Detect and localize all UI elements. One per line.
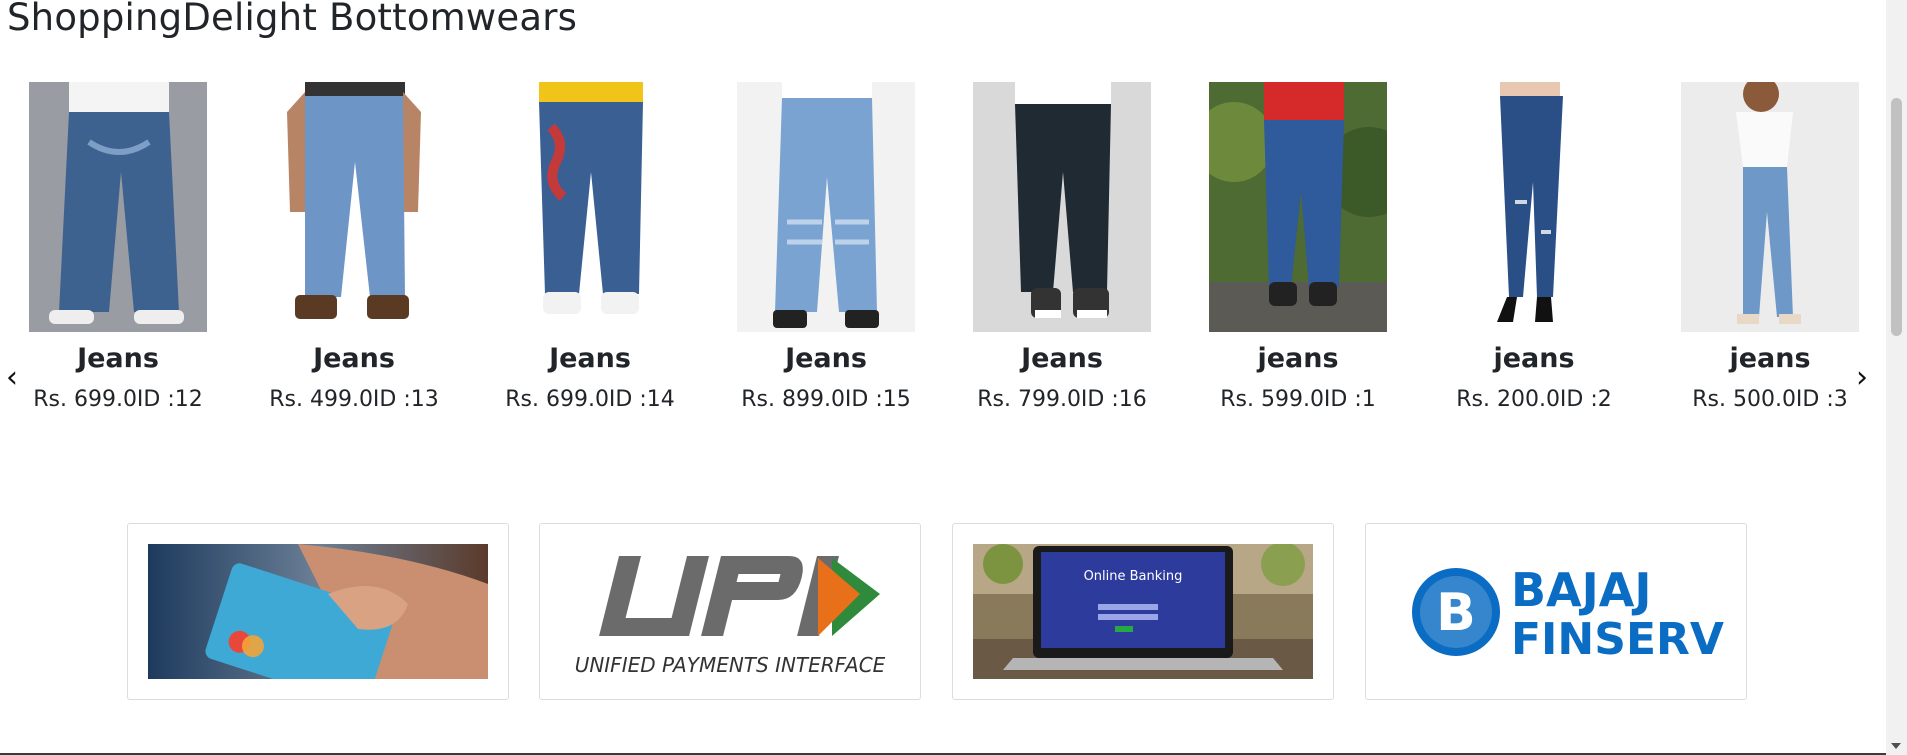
- credit-card-image: [148, 544, 488, 679]
- carousel-prev-button[interactable]: ‹: [0, 360, 24, 396]
- product-price: Rs. 599.0ID :1: [1220, 387, 1376, 412]
- scrollbar-thumb[interactable]: [1891, 98, 1902, 336]
- bajaj-line2: FINSERV: [1511, 614, 1724, 665]
- bajaj-line1: BAJAJ: [1511, 563, 1652, 617]
- page: ShoppingDelight Bottomwears Jeans Rs. 69…: [0, 0, 1907, 755]
- product-image[interactable]: [501, 82, 679, 332]
- product-image[interactable]: [1209, 82, 1387, 332]
- product-name[interactable]: jeans: [1180, 340, 1416, 378]
- carousel-next-button[interactable]: ›: [1850, 360, 1874, 396]
- svg-text:B: B: [1436, 583, 1476, 643]
- product-carousel: Jeans Rs. 699.0ID :12 Jeans Rs. 499.0ID …: [0, 82, 1880, 462]
- product-name[interactable]: Jeans: [944, 340, 1180, 378]
- payment-card-upi[interactable]: UNIFIED PAYMENTS INTERFACE: [539, 523, 921, 700]
- product-price: Rs. 200.0ID :2: [1456, 387, 1612, 412]
- product-card[interactable]: Jeans Rs. 699.0ID :14: [472, 82, 708, 416]
- payment-card-netbanking[interactable]: Online Banking: [952, 523, 1334, 700]
- bajaj-finserv-logo: B BAJAJ FINSERV: [1386, 544, 1726, 679]
- upi-logo: UNIFIED PAYMENTS INTERFACE: [560, 544, 900, 679]
- netbanking-image: Online Banking: [973, 544, 1313, 679]
- product-price: Rs. 899.0ID :15: [741, 387, 911, 412]
- product-image[interactable]: [1681, 82, 1859, 332]
- product-card[interactable]: Jeans Rs. 699.0ID :12: [0, 82, 236, 416]
- netbanking-screen-title: Online Banking: [1084, 569, 1183, 584]
- product-card[interactable]: jeans Rs. 599.0ID :1: [1180, 82, 1416, 416]
- product-name[interactable]: Jeans: [708, 340, 944, 378]
- product-card[interactable]: Jeans Rs. 899.0ID :15: [708, 82, 944, 416]
- upi-caption: UNIFIED PAYMENTS INTERFACE: [575, 653, 886, 677]
- product-card[interactable]: Jeans Rs. 799.0ID :16: [944, 82, 1180, 416]
- product-card[interactable]: jeans Rs. 200.0ID :2: [1416, 82, 1652, 416]
- section-title: ShoppingDelight Bottomwears: [7, 0, 578, 39]
- page-scrollbar[interactable]: [1886, 0, 1907, 755]
- product-price: Rs. 699.0ID :14: [505, 387, 675, 412]
- product-image[interactable]: [1445, 82, 1623, 332]
- payment-card-credit-card[interactable]: [127, 523, 509, 700]
- product-name[interactable]: Jeans: [0, 340, 236, 378]
- product-image[interactable]: [265, 82, 443, 332]
- product-card[interactable]: Jeans Rs. 499.0ID :13: [236, 82, 472, 416]
- product-price: Rs. 499.0ID :13: [269, 387, 439, 412]
- product-name[interactable]: Jeans: [236, 340, 472, 378]
- product-name[interactable]: Jeans: [472, 340, 708, 378]
- product-image[interactable]: [737, 82, 915, 332]
- product-image[interactable]: [973, 82, 1151, 332]
- product-price: Rs. 799.0ID :16: [977, 387, 1147, 412]
- product-image[interactable]: [29, 82, 207, 332]
- payment-card-bajaj-finserv[interactable]: B BAJAJ FINSERV: [1365, 523, 1747, 700]
- product-name[interactable]: jeans: [1416, 340, 1652, 378]
- product-price: Rs. 699.0ID :12: [33, 387, 203, 412]
- scroll-down-arrow-icon[interactable]: [1891, 743, 1901, 749]
